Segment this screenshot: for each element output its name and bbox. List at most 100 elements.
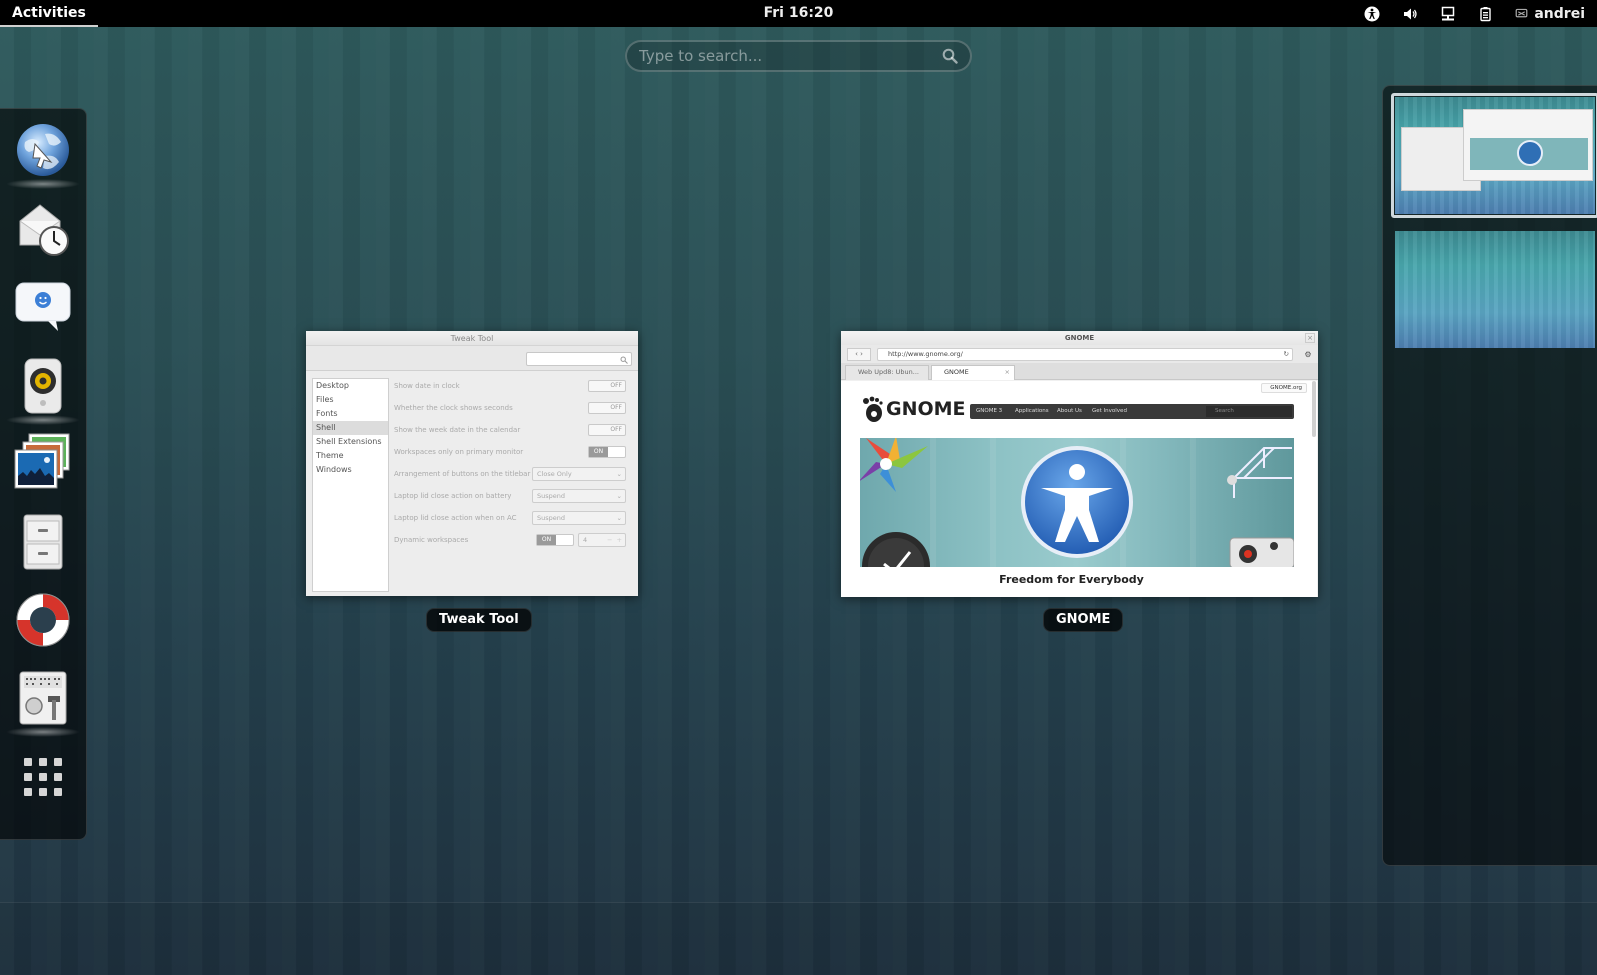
toggle-switch: OFF — [588, 402, 626, 414]
site-search-field: Search — [1206, 406, 1292, 417]
combo-box: Suspend ⌄ — [532, 511, 626, 525]
setting-row: Show the week date in the calendar OFF — [394, 423, 630, 437]
tweak-sidebar: Desktop Files Fonts Shell Shell Extensio… — [312, 378, 389, 592]
setting-row: Laptop lid close action on battery Suspe… — [394, 489, 630, 503]
tab-close-icon: × — [1004, 368, 1010, 376]
web-browser-launcher[interactable] — [6, 119, 80, 189]
sidebar-item-shell: Shell — [313, 421, 388, 435]
reload-icon: ↻ — [1283, 350, 1289, 358]
tweak-search-field — [526, 352, 632, 366]
user-menu[interactable]: andrei — [1515, 6, 1585, 22]
network-icon[interactable] — [1439, 5, 1457, 23]
chevron-down-icon: ⌄ — [616, 492, 622, 500]
mini-window-browser — [1463, 109, 1593, 181]
window-caption-tweak-tool[interactable]: Tweak Tool — [426, 608, 532, 632]
battery-icon[interactable] — [1477, 5, 1495, 23]
logo-text: GNOME — [886, 398, 966, 420]
chevron-down-icon: ⌄ — [616, 514, 622, 522]
window-title: GNOME — [841, 331, 1318, 345]
setting-row: Whether the clock shows seconds OFF — [394, 401, 630, 415]
volume-icon[interactable] — [1401, 5, 1419, 23]
top-bar: Activities Fri 16:20 andrei — [0, 0, 1597, 27]
spin-value: 4 — [583, 536, 588, 544]
photos-icon — [14, 433, 70, 489]
app-grid-icon — [24, 758, 62, 796]
window-thumbnail-gnome-browser[interactable]: GNOME × ‹ › http://www.gnome.org/ ↻ ⚙ We… — [841, 331, 1318, 597]
url-bar: http://www.gnome.org/ ↻ — [877, 348, 1293, 361]
spin-button: 4 − + — [578, 533, 626, 547]
search-input[interactable] — [639, 47, 942, 65]
browser-navbar: ‹ › http://www.gnome.org/ ↻ ⚙ — [841, 345, 1318, 363]
flower-graphic — [860, 438, 928, 492]
toggle-state: OFF — [610, 404, 622, 411]
photos-launcher[interactable] — [12, 431, 74, 493]
window-title: Tweak Tool — [306, 331, 638, 346]
combo-box: Close Only ⌄ — [532, 467, 626, 481]
combo-value: Suspend — [537, 514, 566, 522]
setting-label: Laptop lid close action when on AC — [394, 514, 517, 522]
toolbar — [306, 346, 638, 371]
setting-label: Show the week date in the calendar — [394, 426, 521, 434]
mail-calendar-launcher[interactable] — [12, 197, 74, 259]
files-launcher[interactable] — [12, 511, 74, 573]
workspace-2[interactable] — [1395, 231, 1595, 348]
setting-label: Whether the clock shows seconds — [394, 404, 513, 412]
file-cabinet-icon — [23, 514, 63, 570]
toggle-switch: ON — [588, 446, 626, 458]
camera-graphic — [1229, 537, 1294, 567]
sidebar-item-shell-extensions: Shell Extensions — [316, 437, 382, 446]
setting-label: Show date in clock — [394, 382, 460, 390]
window-thumbnail-tweak-tool[interactable]: Tweak Tool Desktop Files Fonts Shell She… — [306, 331, 638, 596]
setting-row: Laptop lid close action when on AC Suspe… — [394, 511, 630, 525]
spin-controls: − + — [606, 536, 622, 544]
search-icon — [942, 48, 958, 64]
search-box[interactable] — [625, 40, 972, 72]
tab-web-upd8: Web Upd8: Ubun... — [845, 365, 929, 380]
toggle-state: OFF — [610, 382, 622, 389]
setting-row: Workspaces only on primary monitor ON — [394, 445, 630, 459]
combo-box: Suspend ⌄ — [532, 489, 626, 503]
accessibility-icon[interactable] — [1363, 5, 1381, 23]
hero-banner — [860, 438, 1294, 567]
workspace-1[interactable] — [1395, 97, 1595, 214]
tweak-tool-launcher[interactable] — [6, 667, 80, 737]
status-area: andrei — [1363, 0, 1585, 27]
music-player-launcher[interactable] — [6, 355, 80, 425]
help-launcher[interactable] — [12, 589, 74, 651]
web-page: GNOME.org GNOME GNOME 3 Applications Abo… — [841, 381, 1317, 597]
clock-container: Fri 16:20 — [0, 0, 1597, 27]
combo-value: Close Only — [537, 470, 572, 478]
setting-row: Arrangement of buttons on the titlebar C… — [394, 467, 630, 481]
chat-launcher[interactable] — [12, 275, 74, 337]
scaffold-graphic — [1227, 447, 1292, 498]
sidebar-item-theme: Theme — [316, 451, 344, 460]
dash — [0, 108, 87, 840]
lifebuoy-icon — [16, 593, 70, 647]
clock-button[interactable]: Fri 16:20 — [764, 5, 834, 21]
show-applications-button[interactable] — [12, 746, 74, 808]
tab-gnome: GNOME × — [931, 365, 1015, 380]
back-forward-icon: ‹ › — [847, 348, 871, 361]
sidebar-item-windows: Windows — [316, 465, 352, 474]
chat-status-icon — [1515, 8, 1528, 18]
setting-label: Arrangement of buttons on the titlebar — [394, 470, 531, 478]
activities-button[interactable]: Activities — [0, 0, 98, 27]
menu-item-about-us: About Us — [1057, 408, 1082, 414]
mixer-icon — [19, 671, 67, 725]
search-icon — [620, 356, 628, 364]
tab-strip: Web Upd8: Ubun... GNOME × — [841, 363, 1318, 380]
toggle-state: OFF — [610, 426, 622, 433]
toggle-switch: OFF — [588, 380, 626, 392]
clock-graphic — [862, 532, 930, 567]
setting-label: Workspaces only on primary monitor — [394, 448, 524, 456]
gear-icon: ⚙ — [1304, 350, 1312, 359]
setting-row: Show date in clock OFF — [394, 379, 630, 393]
page-scrollbar — [1312, 381, 1316, 437]
gnome-foot-icon — [863, 396, 883, 422]
sidebar-item-desktop: Desktop — [316, 381, 349, 390]
window-caption-gnome[interactable]: GNOME — [1043, 608, 1124, 632]
toggle-state: ON — [537, 535, 556, 545]
toggle-state: ON — [589, 447, 608, 457]
menu-item-gnome3: GNOME 3 — [976, 408, 1003, 414]
menu-item-applications: Applications — [1015, 408, 1049, 414]
